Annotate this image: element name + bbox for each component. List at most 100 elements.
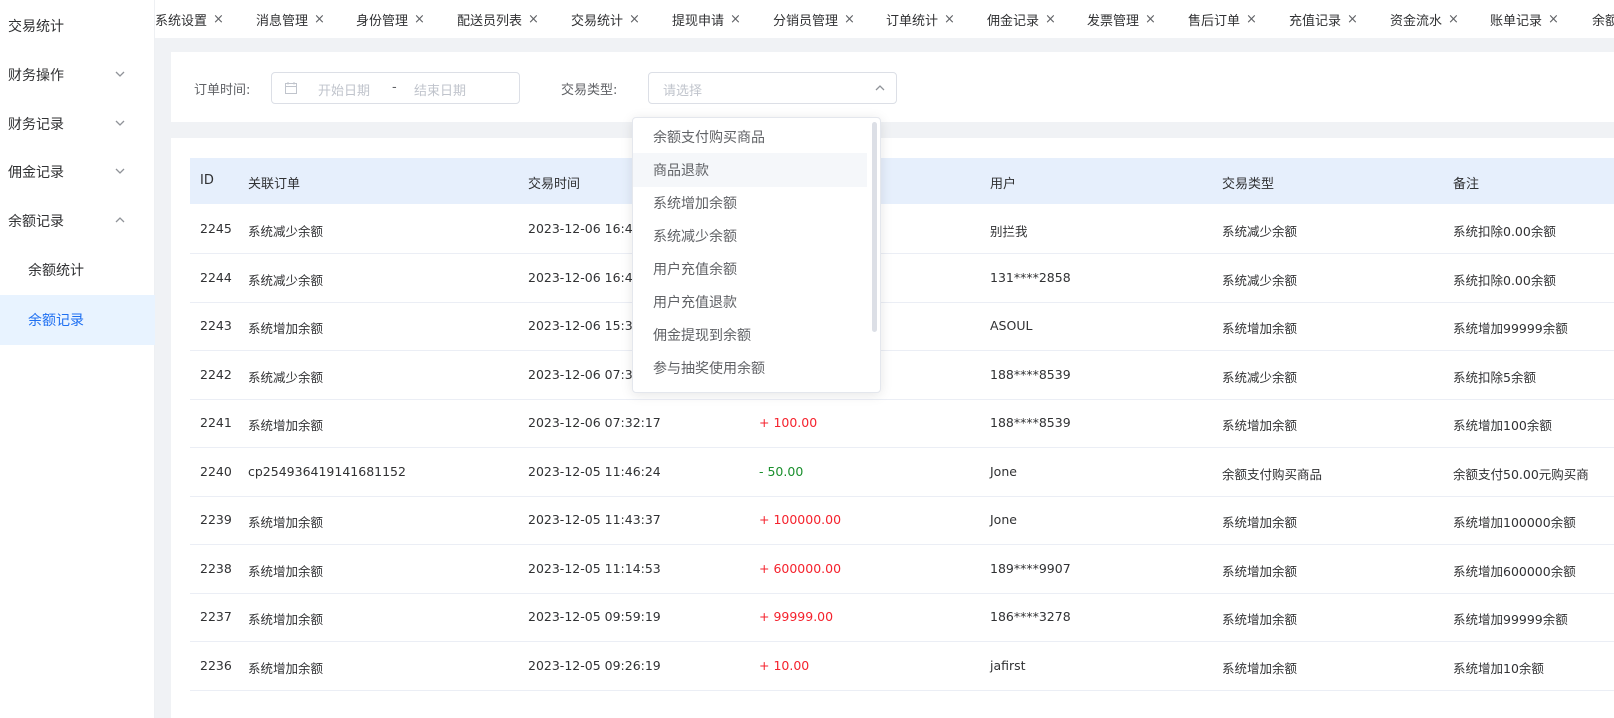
cell-order: 系统增加余额 xyxy=(248,660,324,676)
tab-message-mgmt[interactable]: 消息管理 × xyxy=(256,0,325,38)
table-row: 2242 系统减少余额 2023-12-06 07:32: 188****8539 系统… xyxy=(190,350,1614,400)
option-system-decrease[interactable]: 系统减少余额 xyxy=(633,219,867,253)
cell-type: 余额支付购买商品 xyxy=(1222,466,1323,482)
tab-label: 提现申请 xyxy=(672,13,725,29)
close-icon[interactable]: × xyxy=(844,12,855,27)
tab-withdraw-request[interactable]: 提现申请 × xyxy=(672,0,741,38)
cell-type: 系统增加余额 xyxy=(1222,321,1298,336)
tab-balance[interactable]: 余额 xyxy=(1592,0,1614,38)
sidebar-item-finance-records[interactable]: 财务记录 xyxy=(0,99,155,149)
close-icon[interactable]: × xyxy=(1145,12,1156,27)
sidebar-item-balance-stats[interactable]: 余额统计 xyxy=(0,245,155,295)
sidebar-item-balance-records-sub[interactable]: 余额记录 xyxy=(0,295,155,345)
start-date-input[interactable]: 开始日期 xyxy=(318,80,370,99)
option-commission-to-balance[interactable]: 佣金提现到余额 xyxy=(633,318,867,352)
type-label: 交易类型: xyxy=(561,83,618,98)
tab-identity-mgmt[interactable]: 身份管理 × xyxy=(356,0,425,38)
tab-system-settings[interactable]: 系统设置 × xyxy=(155,0,224,38)
table-row: 2243 系统增加余额 2023-12-06 15:34: ASOUL 系统增加余额 系统… xyxy=(190,301,1614,351)
option-system-increase[interactable]: 系统增加余额 xyxy=(633,186,867,220)
table-row: 2244 系统减少余额 2023-12-06 16:48: 131****2858 系统… xyxy=(190,253,1614,303)
close-icon[interactable]: × xyxy=(1246,12,1257,27)
close-icon[interactable]: × xyxy=(944,12,955,27)
transaction-type-select[interactable]: 请选择 xyxy=(648,72,897,104)
option-product-refund[interactable]: 商品退款 xyxy=(633,153,867,187)
tab-label: 账单记录 xyxy=(1490,13,1543,29)
close-icon[interactable]: × xyxy=(629,12,640,27)
cell-time: 2023-12-05 11:43:37 xyxy=(528,512,661,527)
tab-label: 订单统计 xyxy=(886,13,939,29)
tab-distributor-mgmt[interactable]: 分销员管理 × xyxy=(773,0,855,38)
main-content: 系统设置 × 消息管理 × 身份管理 × 配送员列表 × 交易统计 × 提现申请 × 分销员… xyxy=(155,0,1614,718)
end-date-input[interactable]: 结束日期 xyxy=(414,80,466,99)
tab-commission-records[interactable]: 佣金记录 × xyxy=(987,0,1056,38)
close-icon[interactable]: × xyxy=(414,12,425,27)
option-lottery-use-balance[interactable]: 参与抽奖使用余额 xyxy=(633,351,867,385)
cell-user: 186****3278 xyxy=(990,609,1071,624)
option-recharge-refund[interactable]: 用户充值退款 xyxy=(633,285,867,319)
tab-bill-records[interactable]: 账单记录 × xyxy=(1490,0,1559,38)
cell-amount: + 10.00 xyxy=(759,657,810,673)
cell-id: 2245 xyxy=(200,221,232,236)
cell-user: 131****2858 xyxy=(990,269,1071,285)
close-icon[interactable]: × xyxy=(1347,12,1358,27)
cell-type: 系统减少余额 xyxy=(1222,272,1298,288)
option-balance-purchase[interactable]: 余额支付购买商品 xyxy=(633,120,867,154)
cell-time: 2023-12-05 09:26:19 xyxy=(528,657,661,673)
col-order: 关联订单 xyxy=(248,177,301,192)
tab-invoice-mgmt[interactable]: 发票管理 × xyxy=(1087,0,1156,38)
date-range-picker[interactable]: 开始日期 - 结束日期 xyxy=(271,72,520,104)
close-icon[interactable]: × xyxy=(730,12,741,27)
sidebar-item-transaction-stats[interactable]: 交易统计 xyxy=(0,1,155,51)
cell-order: 系统减少余额 xyxy=(248,272,324,288)
col-id: ID xyxy=(200,173,214,188)
tab-label: 配送员列表 xyxy=(457,13,523,29)
sidebar-item-commission-records[interactable]: 佣金记录 xyxy=(0,147,155,197)
cell-user: 别拦我 xyxy=(990,224,1028,239)
cell-time: 2023-12-06 15:34: xyxy=(528,318,645,333)
tab-label: 交易统计 xyxy=(571,13,624,29)
chevron-down-icon xyxy=(115,120,125,126)
cell-order: 系统增加余额 xyxy=(248,612,324,627)
cell-note: 系统增加600000余额 xyxy=(1453,563,1576,579)
table-row: 2239 系统增加余额 2023-12-05 11:43:37 + 100000.00… xyxy=(190,495,1614,545)
chevron-up-icon xyxy=(875,85,885,91)
close-icon[interactable]: × xyxy=(213,12,224,27)
cell-user: Jone xyxy=(990,463,1017,479)
cell-amount: + 100.00 xyxy=(759,415,818,430)
tab-order-stats[interactable]: 订单统计 × xyxy=(886,0,955,38)
cell-type: 系统增加余额 xyxy=(1222,563,1298,579)
sidebar-item-balance-records[interactable]: 余额记录 xyxy=(0,196,155,246)
cell-order: 系统增加余额 xyxy=(248,563,324,579)
tab-recharge-records[interactable]: 充值记录 × xyxy=(1289,0,1358,38)
table-card: ID 关联订单 交易时间 用户 交易类型 备注 2245 系统减少余额 2023-1… xyxy=(171,138,1614,718)
close-icon[interactable]: × xyxy=(528,12,539,27)
chevron-up-icon xyxy=(115,217,125,223)
cell-note: 系统增加99999余额 xyxy=(1453,612,1568,627)
chevron-down-icon xyxy=(115,71,125,77)
cell-amount: + 99999.00 xyxy=(759,609,834,624)
table-row: 2240 cp254936419141681152 2023-12-05 11:46… xyxy=(190,447,1614,497)
close-icon[interactable]: × xyxy=(314,12,325,27)
cell-time: 2023-12-06 16:48: xyxy=(528,269,645,285)
close-icon[interactable]: × xyxy=(1448,12,1459,27)
table-row: 2241 系统增加余额 2023-12-06 07:32:17 + 100.00 188… xyxy=(190,398,1614,448)
tab-label: 分销员管理 xyxy=(773,13,839,29)
close-icon[interactable]: × xyxy=(1045,12,1056,27)
cell-user: 188****8539 xyxy=(990,415,1071,430)
tab-transaction-stats[interactable]: 交易统计 × xyxy=(571,0,640,38)
tab-cash-flow[interactable]: 资金流水 × xyxy=(1390,0,1459,38)
table-header: ID 关联订单 交易时间 用户 交易类型 备注 xyxy=(190,158,1614,204)
sidebar-item-label: 交易统计 xyxy=(8,19,64,35)
tab-courier-list[interactable]: 配送员列表 × xyxy=(457,0,539,38)
tab-label: 发票管理 xyxy=(1087,13,1140,29)
close-icon[interactable]: × xyxy=(1548,12,1559,27)
sidebar-item-finance-ops[interactable]: 财务操作 xyxy=(0,50,155,100)
cell-time: 2023-12-06 16:48: xyxy=(528,221,645,236)
dropdown-scrollbar[interactable] xyxy=(872,122,877,332)
tab-after-sales[interactable]: 售后订单 × xyxy=(1188,0,1257,38)
cell-id: 2241 xyxy=(200,415,232,430)
option-user-recharge[interactable]: 用户充值余额 xyxy=(633,252,867,286)
cell-user: Jone xyxy=(990,512,1017,527)
tab-label: 余额 xyxy=(1592,13,1614,29)
